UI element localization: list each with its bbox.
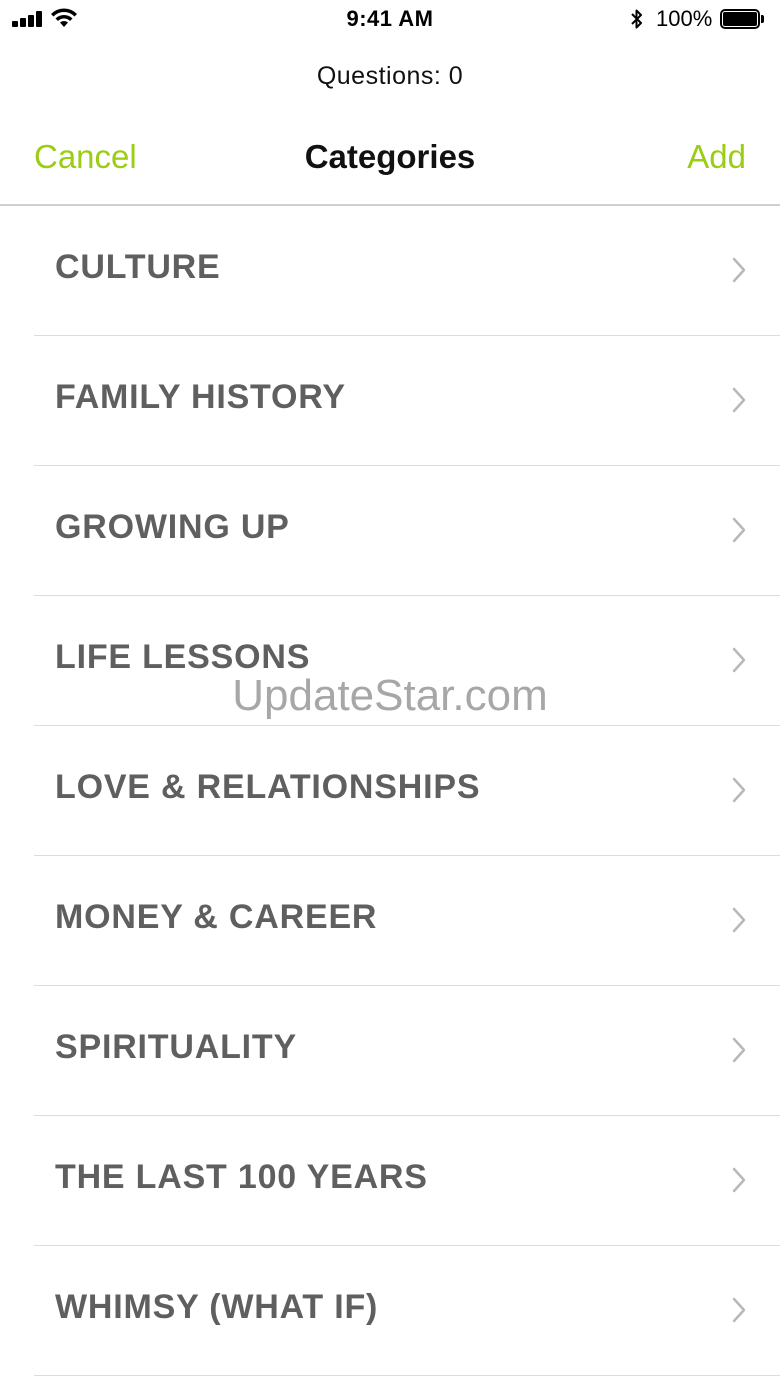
chevron-right-icon xyxy=(732,1297,746,1323)
cancel-button[interactable]: Cancel xyxy=(34,138,137,176)
category-item-money-career[interactable]: MONEY & CAREER xyxy=(34,856,780,986)
category-list: CULTURE FAMILY HISTORY GROWING UP LIFE L… xyxy=(0,206,780,1376)
category-label: GROWING UP xyxy=(55,508,290,546)
battery-percent: 100% xyxy=(656,6,713,31)
category-item-spirituality[interactable]: SPIRITUALITY xyxy=(34,986,780,1116)
chevron-right-icon xyxy=(732,387,746,413)
status-bar: 9:41 AM 100% xyxy=(0,0,780,40)
category-item-whimsy[interactable]: WHIMSY (WHAT IF) xyxy=(34,1246,780,1376)
category-label: THE LAST 100 YEARS xyxy=(55,1158,428,1196)
chevron-right-icon xyxy=(732,907,746,933)
category-item-life-lessons[interactable]: LIFE LESSONS xyxy=(34,596,780,726)
add-button[interactable]: Add xyxy=(687,138,746,176)
chevron-right-icon xyxy=(732,777,746,803)
app-screen: 9:41 AM 100% Questions: 0 Cancel Categor… xyxy=(0,0,780,1387)
category-label: MONEY & CAREER xyxy=(55,898,378,936)
category-item-love-relationships[interactable]: LOVE & RELATIONSHIPS xyxy=(34,726,780,856)
chevron-right-icon xyxy=(732,1167,746,1193)
category-label: SPIRITUALITY xyxy=(55,1028,297,1066)
chevron-right-icon xyxy=(732,1037,746,1063)
nav-bar: Cancel Categories Add xyxy=(0,120,780,206)
questions-count: Questions: 0 xyxy=(316,62,464,90)
category-item-last-100-years[interactable]: THE LAST 100 YEARS xyxy=(34,1116,780,1246)
category-label: LOVE & RELATIONSHIPS xyxy=(55,768,481,806)
chevron-right-icon xyxy=(732,647,746,673)
category-label: WHIMSY (WHAT IF) xyxy=(55,1288,379,1326)
bluetooth-icon xyxy=(631,9,642,29)
category-item-growing-up[interactable]: GROWING UP xyxy=(34,466,780,596)
category-item-culture[interactable]: CULTURE xyxy=(34,206,780,336)
category-item-family-history[interactable]: FAMILY HISTORY xyxy=(34,336,780,466)
category-label: LIFE LESSONS xyxy=(55,638,311,676)
category-label: CULTURE xyxy=(55,248,221,286)
battery-icon xyxy=(720,9,764,29)
category-label: FAMILY HISTORY xyxy=(55,378,346,416)
chevron-right-icon xyxy=(732,517,746,543)
chevron-right-icon xyxy=(732,257,746,283)
